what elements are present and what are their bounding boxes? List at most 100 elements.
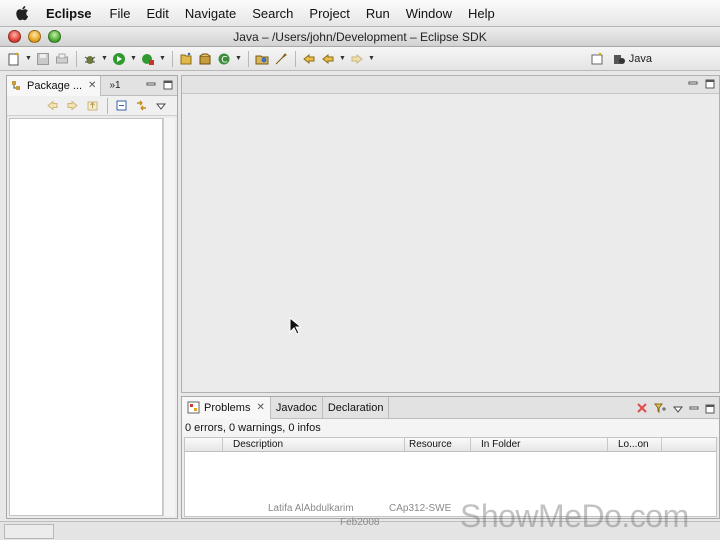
close-tab-icon[interactable]: ✕ (88, 80, 96, 91)
tab-package-explorer[interactable]: Package ... ✕ (7, 75, 102, 96)
menu-window[interactable]: Window (406, 6, 452, 21)
minimize-window-button[interactable] (28, 30, 41, 43)
status-bar-handle[interactable] (4, 524, 54, 539)
tab-javadoc[interactable]: Javadoc (271, 396, 323, 419)
back-icon[interactable] (320, 51, 336, 67)
run-dropdown[interactable]: ▼ (130, 51, 137, 67)
column-header-description[interactable]: Description (223, 438, 405, 451)
external-tools-icon[interactable] (140, 51, 156, 67)
minimize-icon[interactable] (145, 79, 156, 90)
delete-icon[interactable] (636, 401, 648, 419)
toolbar-separator (172, 50, 173, 67)
toolbar-separator (107, 97, 108, 114)
debug-dropdown[interactable]: ▼ (101, 51, 108, 67)
tab-declaration-label: Declaration (327, 401, 384, 414)
print-icon[interactable] (54, 51, 70, 67)
view-menu-chevron-down-icon[interactable] (153, 98, 169, 114)
menu-edit[interactable]: Edit (146, 6, 168, 21)
link-with-editor-icon[interactable] (133, 98, 149, 114)
editor-area[interactable] (181, 75, 720, 393)
close-window-button[interactable] (8, 30, 21, 43)
java-perspective-icon[interactable] (611, 51, 627, 67)
editor-tab-strip (182, 76, 719, 94)
package-explorer-tree[interactable] (9, 118, 163, 516)
problems-icon (187, 401, 200, 414)
package-explorer-view: Package ... ✕ »1 (6, 75, 178, 519)
menu-help[interactable]: Help (468, 6, 495, 21)
maximize-icon[interactable] (705, 401, 715, 419)
window-title-bar[interactable]: Java – /Users/john/Development – Eclipse… (0, 27, 720, 47)
filter-icon[interactable] (654, 401, 667, 419)
save-icon[interactable] (35, 51, 51, 67)
problems-summary: 0 errors, 0 warnings, 0 infos (182, 419, 719, 437)
menu-search[interactable]: Search (252, 6, 293, 21)
toolbar-separator (295, 50, 296, 67)
close-tab-icon[interactable]: ✕ (256, 402, 264, 413)
new-class-dropdown[interactable]: ▼ (235, 51, 242, 67)
forward-nav-icon[interactable] (64, 98, 80, 114)
new-java-project-icon[interactable] (178, 51, 194, 67)
package-explorer-icon (12, 80, 20, 90)
overflow-tabs-indicator[interactable]: »1 (109, 80, 120, 91)
menu-navigate[interactable]: Navigate (185, 6, 236, 21)
java-perspective-label[interactable]: Java (629, 53, 652, 65)
svg-text:C: C (221, 55, 227, 65)
screen: Eclipse File Edit Navigate Search Projec… (0, 0, 720, 540)
maximize-icon[interactable] (162, 79, 173, 90)
problems-table-header: Description Resource In Folder Lo...on (185, 438, 716, 452)
package-explorer-toolbar (7, 96, 177, 116)
menu-run[interactable]: Run (366, 6, 390, 21)
open-type-icon[interactable] (254, 51, 270, 67)
problems-view-actions (630, 401, 715, 419)
footer-author: Latifa AlAbdulkarim (268, 503, 354, 514)
package-explorer-tabbar: Package ... ✕ »1 (7, 75, 177, 96)
tab-problems-label: Problems (204, 401, 251, 414)
editor-body[interactable] (182, 94, 719, 392)
view-menu-chevron-down-icon[interactable] (672, 401, 684, 419)
window-title: Java – /Users/john/Development – Eclipse… (233, 29, 487, 44)
menu-project[interactable]: Project (309, 6, 349, 21)
debug-icon[interactable] (82, 51, 98, 67)
minimize-icon[interactable] (689, 401, 699, 419)
new-wizard-dropdown[interactable]: ▼ (25, 51, 32, 67)
run-icon[interactable] (111, 51, 127, 67)
tab-javadoc-label: Javadoc (275, 401, 317, 414)
column-header-location[interactable]: Lo...on (608, 438, 662, 451)
external-tools-dropdown[interactable]: ▼ (159, 51, 166, 67)
back-dropdown[interactable]: ▼ (339, 51, 346, 67)
zoom-window-button[interactable] (48, 30, 61, 43)
column-header-resource[interactable]: Resource (405, 438, 471, 451)
column-header-in-folder[interactable]: In Folder (471, 438, 608, 451)
package-explorer-scrollbar[interactable] (163, 118, 175, 516)
footer-date: Feb2008 (340, 517, 380, 528)
back-nav-icon[interactable] (44, 98, 60, 114)
minimize-icon[interactable] (687, 78, 698, 89)
new-class-icon[interactable]: C (216, 51, 232, 67)
perspective-switcher: Java (589, 51, 652, 67)
column-header-icon[interactable] (185, 438, 223, 451)
footer-course: CAp312-SWE (389, 503, 452, 514)
bottom-tabbar: Problems ✕ Javadoc Declaration (182, 396, 719, 419)
mac-menu-bar: Eclipse File Edit Navigate Search Projec… (0, 0, 720, 27)
up-nav-icon[interactable] (84, 98, 100, 114)
new-wizard-icon[interactable] (6, 51, 22, 67)
toolbar-separator (248, 50, 249, 67)
tab-declaration[interactable]: Declaration (323, 396, 390, 419)
apple-icon[interactable] (14, 4, 32, 22)
forward-icon[interactable] (349, 51, 365, 67)
view-min-max (139, 79, 173, 90)
last-edit-icon[interactable] (301, 51, 317, 67)
forward-dropdown[interactable]: ▼ (368, 51, 375, 67)
tab-problems[interactable]: Problems ✕ (182, 396, 271, 419)
open-perspective-icon[interactable] (589, 51, 605, 67)
maximize-icon[interactable] (704, 78, 715, 89)
new-package-icon[interactable] (197, 51, 213, 67)
main-toolbar: ▼ ▼ ▼ ▼ C ▼ ▼ ▼ Java (0, 47, 720, 71)
menu-file[interactable]: File (110, 6, 131, 21)
menu-app-name[interactable]: Eclipse (46, 6, 92, 21)
editor-min-max (681, 78, 715, 89)
mouse-cursor-icon (289, 317, 301, 335)
toolbar-separator (76, 50, 77, 67)
search-icon[interactable] (273, 51, 289, 67)
collapse-all-icon[interactable] (113, 98, 129, 114)
